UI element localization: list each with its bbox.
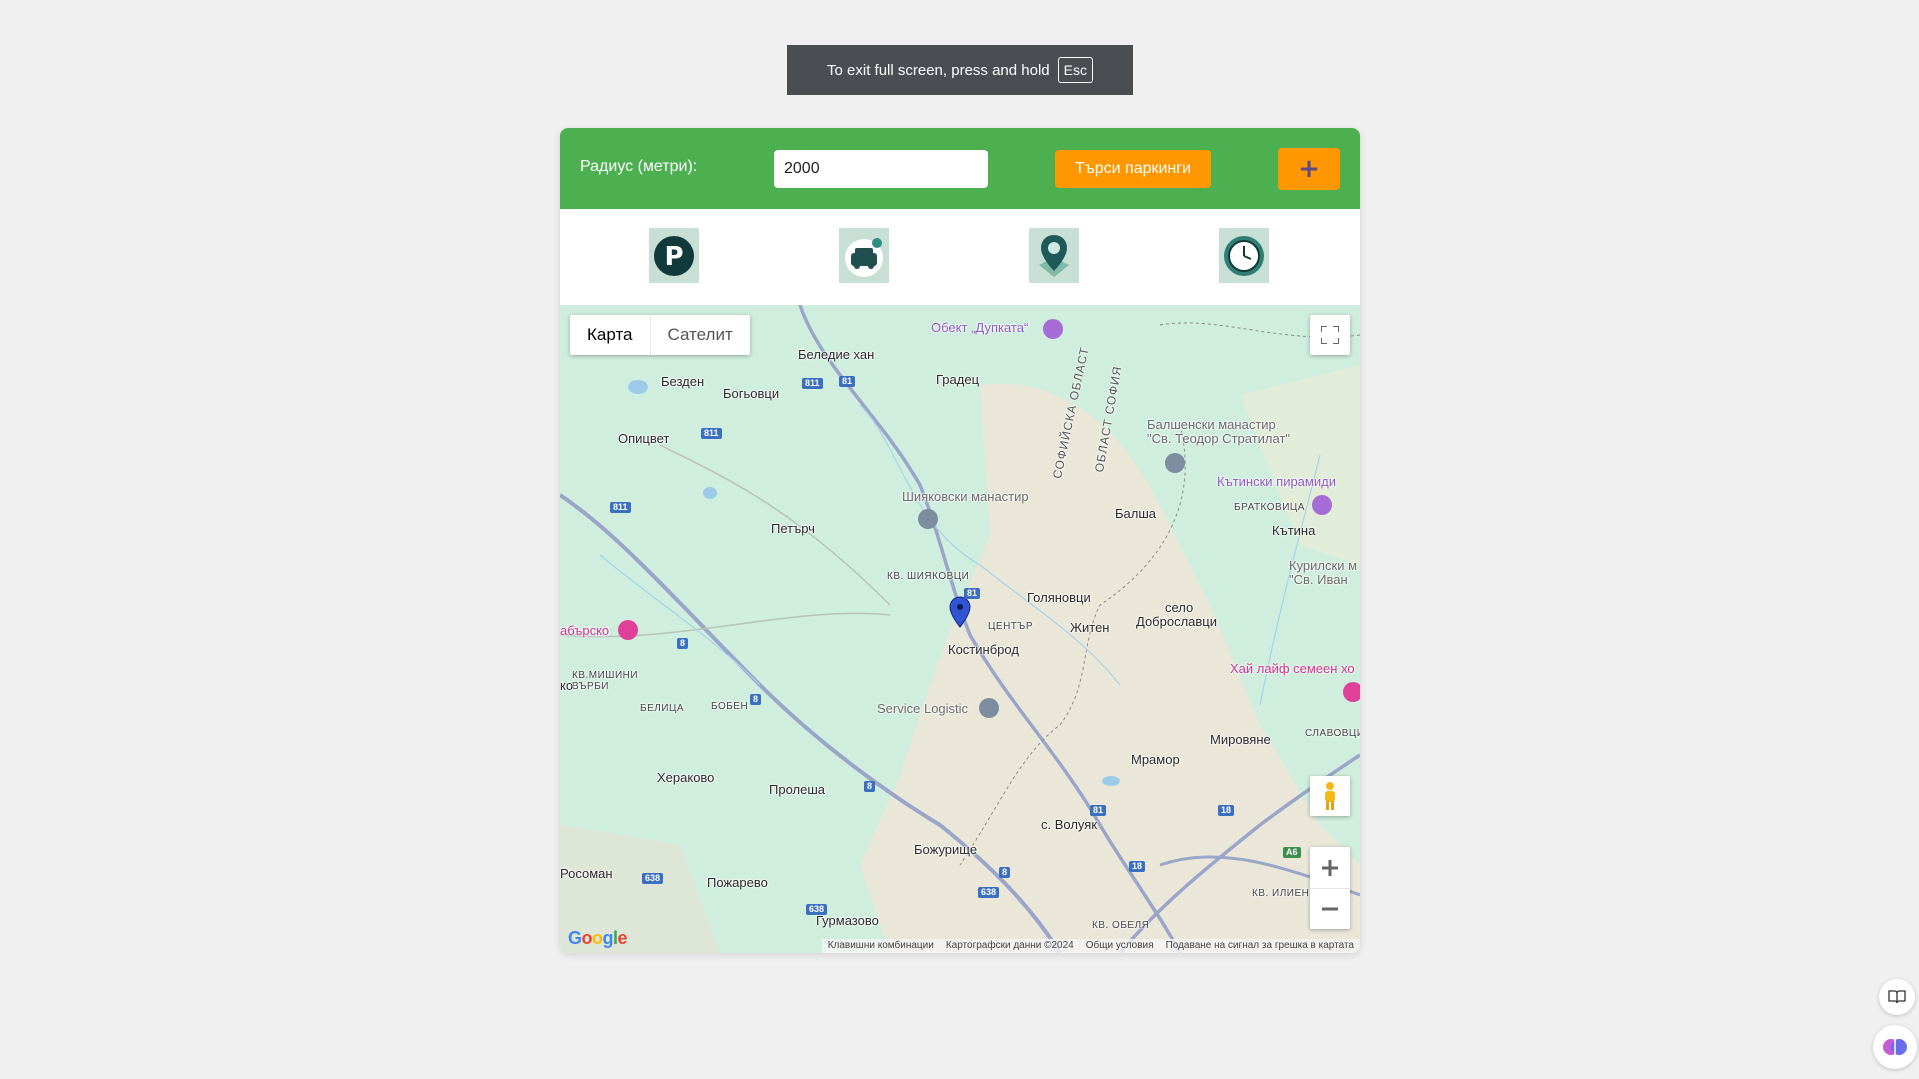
road-shield: 8 <box>677 638 689 649</box>
map-label: Голяновци <box>1027 590 1091 605</box>
feature-icon-row: P <box>560 209 1360 305</box>
map-label: Пролеша <box>769 782 825 797</box>
map-label: Богьовци <box>723 386 780 401</box>
map-view[interactable]: Обект „Дупката“ Беледие хан Безден Богьо… <box>560 305 1360 953</box>
map-label: Хай лайф семеен хо <box>1230 661 1355 676</box>
fullscreen-notice: To exit full screen, press and hold Esc <box>787 45 1133 95</box>
map-label: Кътински пирамиди <box>1217 474 1336 489</box>
map-label: ЦЕНТЪР <box>988 621 1033 632</box>
map-label: Пожарево <box>707 875 768 890</box>
search-toolbar: Радиус (метри): Търси паркинги + <box>560 128 1360 209</box>
map-label: КВ. ШИЯКОВЦИ <box>887 571 970 582</box>
svg-text:P: P <box>664 242 683 272</box>
map-label: Безден <box>661 374 705 389</box>
pegman-icon <box>1325 782 1335 810</box>
fullscreen-toggle-button[interactable] <box>1310 315 1350 355</box>
road-shield: 18 <box>1129 861 1146 872</box>
zoom-out-button[interactable] <box>1310 889 1350 929</box>
map-pin-icon[interactable] <box>1029 228 1079 283</box>
clock-icon[interactable] <box>1219 228 1269 283</box>
map-label: БЕЛИЦА <box>640 703 685 714</box>
map-label: Мрамор <box>1131 752 1180 767</box>
map-label: Гурмазово <box>816 913 879 928</box>
map-label: Беледие хан <box>798 347 875 362</box>
map-label: Кътина <box>1272 523 1316 538</box>
map-label: Обект „Дупката“ <box>931 320 1029 335</box>
street-view-pegman-button[interactable] <box>1310 776 1350 816</box>
road-shield: 638 <box>978 887 1000 898</box>
map-label: Петърч <box>771 521 815 536</box>
search-parkings-button[interactable]: Търси паркинги <box>1055 150 1211 188</box>
map-label: Доброславци <box>1136 614 1218 629</box>
parking-icon[interactable]: P <box>649 228 699 283</box>
book-icon <box>1888 990 1906 1004</box>
zoom-control <box>1310 847 1350 929</box>
map-label: абърско <box>560 623 610 638</box>
map-label: Градец <box>936 372 980 387</box>
road-shield: 8 <box>864 781 876 792</box>
map-type-control: Карта Сателит <box>570 315 750 355</box>
map-label: Росоман <box>560 866 613 881</box>
map-label: Божурище <box>914 842 978 857</box>
road-shield: 18 <box>1218 805 1235 816</box>
road-shield: 638 <box>806 904 828 915</box>
road-shield: 81 <box>1090 805 1107 816</box>
reader-mode-button[interactable] <box>1879 979 1915 1015</box>
map-label: Опицвет <box>618 431 670 446</box>
road-shield: 81 <box>839 376 856 387</box>
road-shield: 81 <box>964 588 981 599</box>
road-shield: 811 <box>610 502 631 513</box>
map-label: с. Волуяк <box>1041 817 1098 832</box>
esc-key-badge: Esc <box>1057 57 1093 83</box>
map-label: Хераково <box>657 770 715 785</box>
brain-assistant-button[interactable] <box>1873 1025 1917 1069</box>
map-data-text: Картографски данни ©2024 <box>945 940 1074 951</box>
map-label: СЛАВОВЦИ <box>1305 728 1360 739</box>
add-button[interactable]: + <box>1278 148 1340 190</box>
road-shield: 8 <box>750 694 762 705</box>
road-shield: 8 <box>999 867 1011 878</box>
map-label: Балшенски манастир "Св. Теодор Стратилат… <box>1147 417 1291 446</box>
radius-input[interactable] <box>774 150 988 188</box>
map-label: село <box>1165 600 1194 615</box>
map-label: Service Logistic <box>877 701 969 716</box>
zoom-in-button[interactable] <box>1310 848 1350 889</box>
map-label: Житен <box>1070 620 1110 635</box>
map-label: БРАТКОВИЦА <box>1234 502 1305 513</box>
map-label: Курилски м "Св. Иван <box>1289 558 1358 587</box>
map-attribution: Клавишни комбинации Картографски данни ©… <box>821 939 1360 953</box>
map-label: КВ. ОБЕЛЯ <box>1092 920 1150 931</box>
report-error-link[interactable]: Подаване на сигнал за грешка в картата <box>1166 939 1354 953</box>
plus-icon <box>1322 859 1338 876</box>
brain-icon <box>1883 1039 1907 1055</box>
google-logo: Google <box>568 928 628 948</box>
radius-label: Радиус (метри): <box>580 158 698 175</box>
terms-link[interactable]: Общи условия <box>1086 939 1154 953</box>
map-label: БОБЕН <box>711 701 749 712</box>
road-shield: 811 <box>701 428 722 439</box>
map-type-satellite-tab[interactable]: Сателит <box>649 315 750 355</box>
fullscreen-icon <box>1321 326 1339 344</box>
car-location-icon[interactable] <box>839 228 889 283</box>
road-shield: A6 <box>1283 847 1301 858</box>
map-label: ко <box>560 678 574 693</box>
keyboard-shortcuts-link[interactable]: Клавишни комбинации <box>828 939 934 953</box>
map-type-map-tab[interactable]: Карта <box>570 315 650 355</box>
road-shield: 811 <box>802 378 823 389</box>
fullscreen-notice-text: To exit full screen, press and hold <box>827 61 1050 79</box>
map-label: КВ. ИЛИЕН <box>1252 888 1310 899</box>
map-label: Костинброд <box>948 642 1019 657</box>
parking-finder-card: Радиус (метри): Търси паркинги + P <box>560 128 1360 953</box>
road-shield: 638 <box>642 873 664 884</box>
map-label: Мировяне <box>1210 732 1271 747</box>
minus-icon <box>1322 907 1338 910</box>
map-label: КВ.МИШИНИ ВЪРБИ <box>572 670 639 692</box>
map-label: Шияковски манастир <box>902 489 1029 504</box>
map-label: Балша <box>1115 506 1157 521</box>
